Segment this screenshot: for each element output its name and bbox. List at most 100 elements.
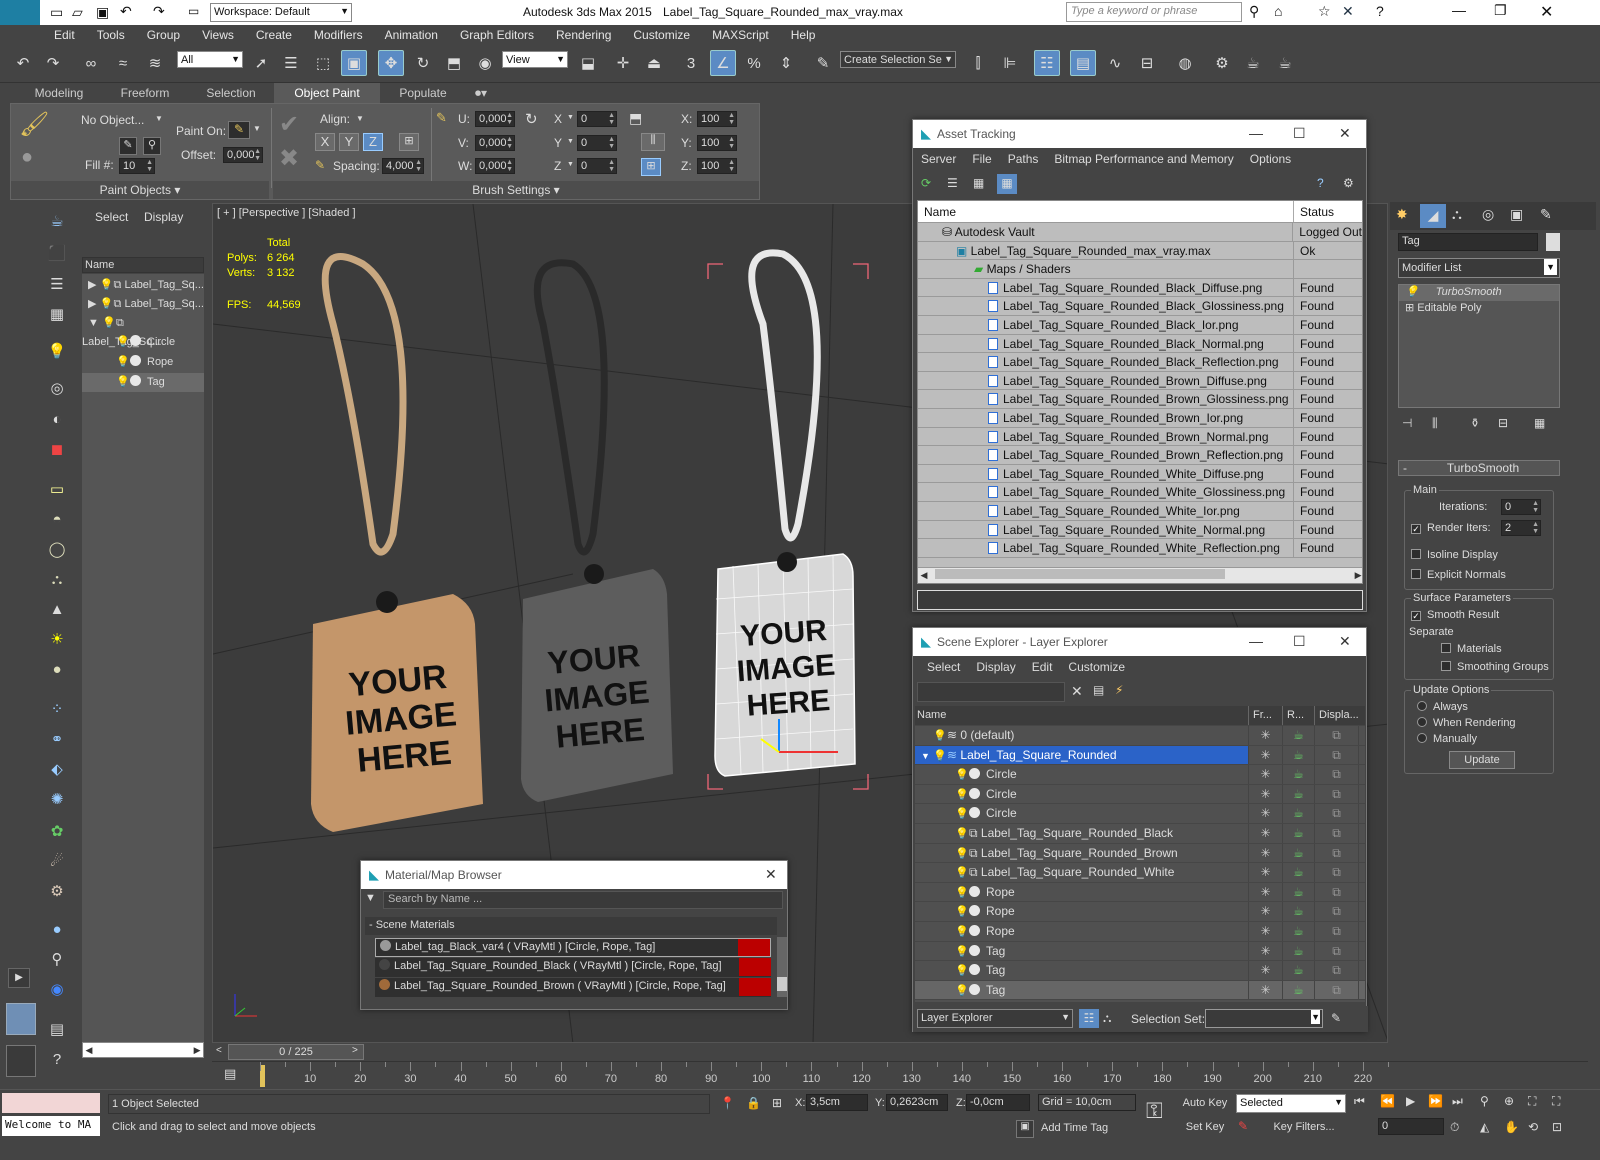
material-icon[interactable]: ◉ (46, 978, 68, 1000)
utilities-tab-icon[interactable]: ✎ (1540, 206, 1552, 223)
display-icon[interactable]: ⧉ (1315, 784, 1359, 804)
close-icon[interactable]: ✕ (765, 866, 777, 883)
light-bulb-icon[interactable]: 💡 (955, 864, 969, 882)
material-browser-titlebar[interactable]: ◣ Material/Map Browser ✕ (361, 861, 787, 889)
menu-bitmap-performance[interactable]: Bitmap Performance and Memory (1046, 152, 1241, 166)
rot-y-spinner[interactable]: 0 ▲ ▼ (577, 135, 617, 151)
scale-z-spinner[interactable]: 100 ▲ ▼ (697, 158, 737, 174)
menu-customize[interactable]: Customize (1060, 660, 1133, 674)
time-config-icon[interactable]: ⏱ (1450, 1120, 1459, 1135)
redo-icon[interactable]: ↷ (153, 3, 165, 20)
asset-hscrollbar[interactable]: ◀ ▶ (918, 567, 1362, 583)
light-bulb-icon[interactable]: 💡 (955, 766, 969, 784)
light-bulb-icon[interactable]: 💡 (955, 903, 969, 921)
display-icon[interactable]: ⧉ (1315, 902, 1359, 921)
table-row[interactable]: 💡⧉ Label_Tag_Square_Rounded_White ✳ ☕ ⧉ (915, 863, 1365, 883)
menu-server[interactable]: Server (913, 152, 964, 166)
scene-list-hscrollbar[interactable]: ◀ ▶ (82, 1042, 204, 1058)
align-y-button[interactable]: Y (339, 133, 359, 151)
render-icon[interactable]: ☕ (1283, 921, 1315, 941)
eyedropper-icon[interactable]: ⚲ (143, 137, 161, 155)
table-row[interactable]: Label_Tag_Square_Rounded_Brown_Ior.png Fo… (918, 408, 1362, 428)
smoothing-groups-checkbox[interactable]: Smoothing Groups (1441, 661, 1549, 673)
brush-icon[interactable]: ✎ (436, 110, 447, 126)
materials-checkbox[interactable]: Materials (1441, 643, 1502, 655)
menu-edit[interactable]: Edit (42, 28, 85, 42)
light-bulb-icon[interactable]: 💡 (955, 982, 969, 1000)
maximize-viewport-icon[interactable]: ⊡ (1552, 1120, 1562, 1134)
align-z-button[interactable]: Z (363, 133, 383, 151)
scale-mode-button[interactable]: ⫼ (641, 133, 665, 151)
document-icon[interactable]: ▤ (46, 1018, 68, 1040)
auto-key-button[interactable]: Auto Key (1180, 1094, 1230, 1114)
scene-explorer-icon[interactable]: ▤ (1070, 50, 1096, 76)
help-search-input[interactable]: Type a keyword or phrase (1066, 2, 1242, 22)
light-bulb-icon[interactable]: 💡 (116, 333, 130, 352)
table-row[interactable]: Label_Tag_Square_Rounded_White_Normal.pn… (918, 520, 1362, 540)
material-editor-icon[interactable]: ◍ (1172, 50, 1198, 76)
tab-object-paint[interactable]: Object Paint (274, 83, 380, 103)
update-button[interactable]: Update (1449, 751, 1515, 769)
unlink-icon[interactable]: ≈ (110, 50, 136, 76)
curve-editor-icon[interactable]: ∿ (1102, 50, 1128, 76)
offset-spinner[interactable]: 0,000 ▲ ▼ (223, 147, 263, 163)
commit-icon[interactable]: ✔ (279, 110, 299, 139)
scale-y-spinner[interactable]: 100 ▲ ▼ (697, 135, 737, 151)
w-spinner[interactable]: 0,000 ▲ ▼ (475, 158, 515, 174)
move-icon[interactable]: ✥ (378, 50, 404, 76)
menu-animation[interactable]: Animation (373, 28, 448, 42)
light-bulb-icon[interactable]: 💡 (1405, 286, 1419, 298)
tab-select[interactable]: Select (95, 210, 128, 224)
window-crossing-icon[interactable]: ▣ (341, 50, 367, 76)
light-bulb-icon[interactable]: 💡 (102, 314, 116, 333)
fill-spinner[interactable]: 10 ▲ ▼ (119, 158, 155, 174)
table-row[interactable]: 💡 Circle ✳ ☕ ⧉ (915, 784, 1365, 805)
table-row[interactable]: 💡 Tag ✳ ☕ ⧉ (915, 941, 1365, 962)
table-row[interactable]: Label_Tag_Square_Rounded_Brown_Glossines… (918, 390, 1362, 409)
light-bulb-icon[interactable]: 💡 (116, 373, 130, 392)
new-layer-icon[interactable]: ▤ (1093, 683, 1104, 697)
brush-settings-panel-label[interactable]: Brush Settings ▾ (273, 181, 759, 199)
light-bulb-icon[interactable]: 💡 (955, 943, 969, 961)
explicit-normals-checkbox[interactable]: Explicit Normals (1411, 569, 1506, 581)
box-icon[interactable]: ▭ (46, 478, 68, 500)
exchange-icon[interactable]: ✕ (1342, 3, 1354, 20)
light-icon[interactable]: 💡 (46, 340, 68, 362)
fov-icon[interactable]: ◭ (1480, 1120, 1489, 1134)
zoom-extents-all-icon[interactable]: ⛶ (1552, 1094, 1560, 1109)
table-row[interactable]: ▣ Label_Tag_Square_Rounded_max_vray.max O… (918, 241, 1362, 261)
display-icon[interactable]: ⧉ (1315, 843, 1359, 863)
add-time-tag-label[interactable]: Add Time Tag (1041, 1122, 1108, 1134)
lock-scale-icon[interactable]: ⊞ (641, 158, 661, 176)
table-row[interactable]: ▼ 💡≋ Label_Tag_Square_Rounded ✳ ☕ ⧉ (915, 745, 1365, 766)
sphere-icon[interactable]: ● (46, 918, 68, 940)
goto-end-icon[interactable]: ⏭ (1452, 1094, 1463, 1109)
display-icon[interactable]: ⧉ (1315, 980, 1359, 1000)
when-rendering-radio[interactable]: When Rendering (1417, 717, 1516, 729)
freeze-icon[interactable]: ✳ (1249, 765, 1283, 784)
project-folder-icon[interactable]: ▭ (188, 4, 199, 18)
menu-graph-editors[interactable]: Graph Editors (448, 28, 544, 42)
minimize-icon[interactable]: — (1249, 633, 1263, 649)
paint-on-button[interactable]: ✎ (228, 121, 250, 139)
render-icon[interactable]: ☕ (1283, 745, 1315, 765)
freeze-icon[interactable]: ✳ (1249, 843, 1283, 863)
paint-objects-icon[interactable]: ● (21, 146, 33, 169)
transform-mode-icon[interactable]: ⊞ (772, 1096, 782, 1110)
render-icon[interactable]: ☕ (1283, 823, 1315, 843)
display-icon[interactable]: ⧉ (1315, 941, 1359, 961)
maxscript-listener[interactable] (2, 1093, 100, 1113)
render-icon[interactable]: ☕ (1283, 863, 1315, 882)
angle-snap-icon[interactable]: ∠ (710, 50, 736, 76)
add-time-tag-icon[interactable]: ▣ (1016, 1120, 1034, 1138)
camera-icon[interactable]: ◎ (46, 377, 68, 399)
stack-item-turbosmooth[interactable]: 💡 TurboSmooth (1399, 285, 1559, 301)
close-icon[interactable]: ✕ (1339, 633, 1351, 650)
rotate-icon[interactable]: ↻ (525, 110, 538, 128)
x-coordinate-field[interactable]: 3,5cm (806, 1094, 868, 1111)
table-row[interactable]: 💡 Tag ✳ ☕ ⧉ (915, 980, 1365, 1001)
refresh-icon[interactable]: ⟳ (921, 176, 931, 190)
paint-objects-panel-label[interactable]: Paint Objects ▾ (11, 181, 269, 199)
freeze-icon[interactable]: ✳ (1249, 804, 1283, 823)
pick-object-icon[interactable]: ✎ (119, 137, 137, 155)
